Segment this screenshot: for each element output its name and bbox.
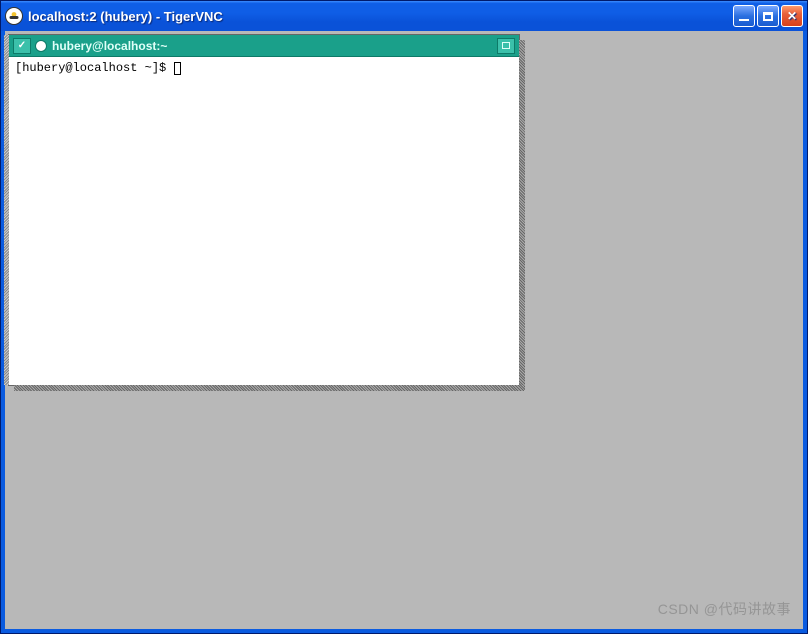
terminal-tab-indicator[interactable]: ✓ (13, 38, 31, 54)
window-controls: ✕ (733, 5, 803, 27)
terminal-cursor (174, 62, 181, 75)
window-titlebar[interactable]: localhost:2 (hubery) - TigerVNC ✕ (1, 1, 807, 31)
terminal-body[interactable]: [hubery@localhost ~]$ (9, 57, 519, 385)
remote-desktop-area[interactable]: ✓ hubery@localhost:~ [hubery@localhost ~… (5, 31, 803, 629)
terminal-titlebar[interactable]: ✓ hubery@localhost:~ (9, 35, 519, 57)
window-title: localhost:2 (hubery) - TigerVNC (28, 9, 733, 24)
vnc-window: localhost:2 (hubery) - TigerVNC ✕ ✓ hube… (0, 0, 808, 634)
terminal-title: hubery@localhost:~ (52, 39, 497, 53)
terminal-prompt: [hubery@localhost ~]$ (15, 61, 173, 75)
app-icon (5, 7, 23, 25)
minimize-button[interactable] (733, 5, 755, 27)
terminal-maximize-button[interactable] (497, 38, 515, 54)
terminal-icon (35, 40, 47, 52)
watermark-text: CSDN @代码讲故事 (658, 599, 791, 619)
terminal-window[interactable]: ✓ hubery@localhost:~ [hubery@localhost ~… (9, 35, 519, 385)
close-button[interactable]: ✕ (781, 5, 803, 27)
maximize-button[interactable] (757, 5, 779, 27)
